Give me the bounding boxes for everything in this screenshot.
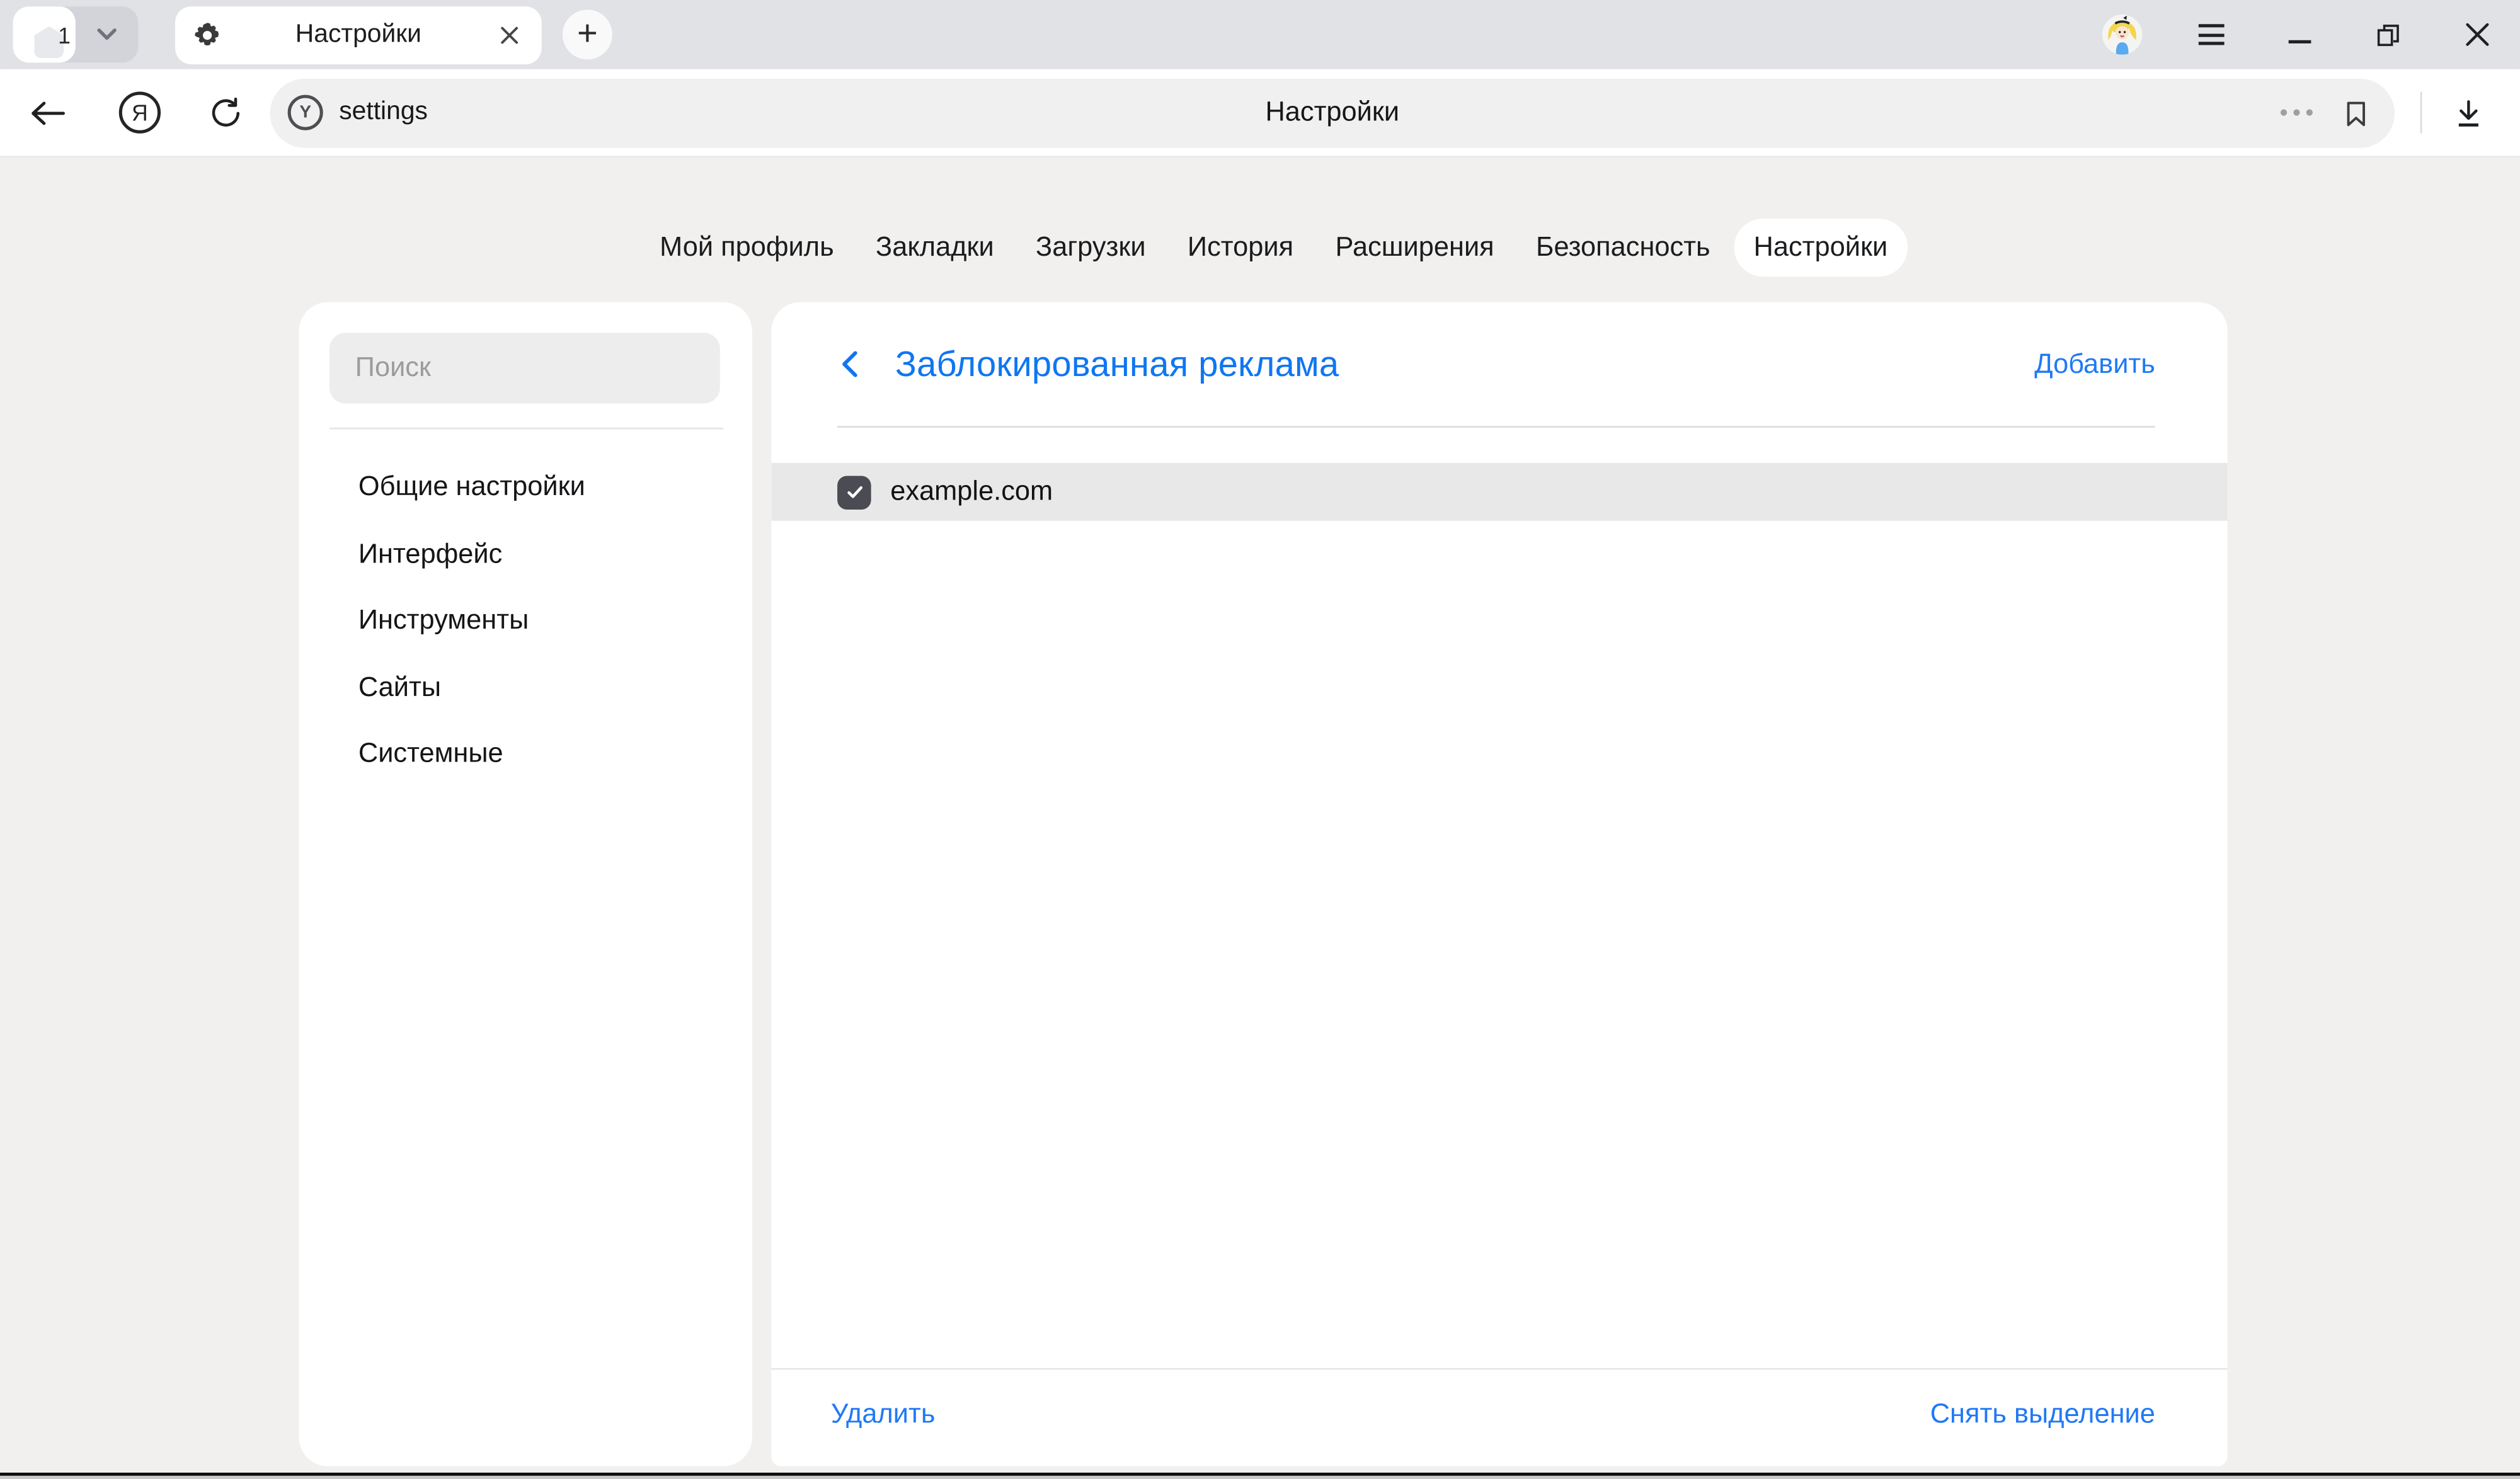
tab-group-count: 1 [58, 21, 71, 47]
sidebar-item-tools[interactable]: Инструменты [299, 587, 752, 654]
close-icon [500, 25, 519, 45]
nav-tab-extensions[interactable]: Расширения [1335, 219, 1494, 277]
toolbar-divider [2420, 91, 2422, 133]
back-chevron-button[interactable] [840, 345, 873, 383]
minimize-button[interactable] [2281, 15, 2319, 54]
browser-window: 1 Настройки + [0, 0, 2520, 1479]
back-arrow-icon [29, 99, 66, 126]
sidebar-item-interface[interactable]: Интерфейс [299, 520, 752, 587]
protect-icon[interactable]: Y [288, 95, 323, 130]
blocked-ads-panel: Заблокированная реклама Добавить example… [771, 302, 2227, 1466]
sidebar-item-general[interactable]: Общие настройки [299, 454, 752, 520]
back-button[interactable] [29, 99, 66, 126]
url-text: settings [339, 98, 428, 127]
plus-icon: + [577, 15, 598, 50]
bookmark-button[interactable] [2343, 97, 2369, 127]
deselect-button[interactable]: Снять выделение [1930, 1398, 2155, 1430]
tab-group-widget[interactable]: 1 [13, 6, 138, 62]
tab-group-chevron-button[interactable] [76, 6, 138, 62]
checkmark-icon [843, 481, 866, 503]
window-controls [2102, 14, 2520, 55]
tab-group-count-button[interactable]: 1 [13, 6, 75, 62]
nav-tab-history[interactable]: История [1188, 219, 1293, 277]
ellipsis-menu-icon[interactable] [2280, 109, 2313, 116]
sidebar-list: Общие настройки Интерфейс Инструменты Са… [299, 429, 752, 787]
panel-header: Заблокированная реклама Добавить [771, 302, 2227, 426]
url-field[interactable]: Y settings Настройки [270, 78, 2395, 147]
delete-button[interactable]: Удалить [831, 1398, 936, 1430]
address-bar: Я Y settings Настройки [0, 69, 2520, 157]
reload-icon [209, 96, 243, 130]
footer-divider [771, 1368, 2227, 1370]
chevron-down-icon [96, 27, 117, 42]
window-bottom-shadow [0, 1476, 2520, 1479]
menu-button[interactable] [2192, 15, 2231, 54]
browser-tab-settings[interactable]: Настройки [175, 6, 542, 64]
scale-wrapper: 1 Настройки + [0, 0, 2520, 1479]
restore-button[interactable] [2369, 15, 2407, 54]
omnibox-page-title: Настройки [270, 96, 2395, 128]
sidebar-item-system[interactable]: Системные [299, 720, 752, 787]
header-divider [837, 426, 2155, 428]
new-tab-button[interactable]: + [563, 9, 612, 59]
gear-icon [193, 20, 222, 49]
close-icon [2465, 23, 2488, 47]
yandex-ya-glyph: Я [132, 100, 148, 125]
add-button[interactable]: Добавить [2034, 348, 2155, 380]
settings-page: Мой профиль Закладки Загрузки История Ра… [0, 157, 2520, 1473]
window-close-button[interactable] [2458, 15, 2496, 54]
tab-strip: 1 Настройки + [0, 0, 2520, 69]
tab-title: Настройки [222, 20, 495, 49]
row-checkbox[interactable] [837, 475, 871, 509]
reload-button[interactable] [209, 96, 243, 130]
profile-avatar[interactable] [2102, 14, 2143, 55]
tab-close-button[interactable] [495, 20, 524, 49]
restore-icon [2377, 23, 2400, 46]
panel-footer: Удалить Снять выделение [831, 1397, 2155, 1432]
download-button[interactable] [2453, 96, 2485, 130]
nav-tab-settings[interactable]: Настройки [1734, 219, 1907, 277]
page-title: Заблокированная реклама [895, 343, 1339, 385]
chevron-left-icon [840, 350, 858, 377]
nav-tab-security[interactable]: Безопасность [1536, 219, 1710, 277]
site-domain-label: example.com [890, 476, 1053, 508]
yandex-logo-button[interactable]: Я [119, 91, 161, 133]
download-icon [2453, 96, 2485, 130]
nav-tab-downloads[interactable]: Загрузки [1036, 219, 1146, 277]
search-input[interactable] [329, 333, 720, 403]
nav-tab-bookmarks[interactable]: Закладки [876, 219, 994, 277]
settings-sidebar: Общие настройки Интерфейс Инструменты Са… [299, 302, 752, 1466]
nav-tab-profile[interactable]: Мой профиль [660, 219, 834, 277]
settings-nav-tabs: Мой профиль Закладки Загрузки История Ра… [0, 219, 2520, 277]
bookmark-icon [2343, 97, 2369, 127]
blocked-site-row[interactable]: example.com [771, 463, 2227, 521]
sidebar-item-sites[interactable]: Сайты [299, 653, 752, 720]
